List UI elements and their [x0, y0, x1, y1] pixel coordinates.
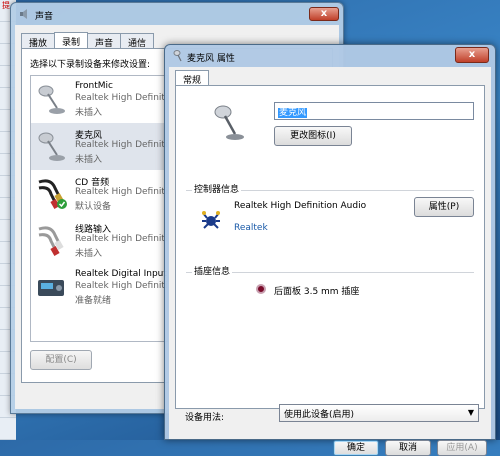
jack-color-icon [256, 284, 266, 294]
jack-info-group: 插座信息 后面板 3.5 mm 插座 [186, 264, 474, 310]
change-icon-button[interactable]: 更改图标(I) [274, 126, 352, 146]
tab-recording[interactable]: 录制 [54, 32, 89, 48]
chevron-down-icon: ▼ [467, 408, 474, 417]
digital-input-icon [38, 280, 64, 296]
rca-cable-icon [38, 226, 64, 256]
configure-button[interactable]: 配置(C) [30, 350, 92, 370]
microphone-icon [173, 50, 182, 62]
jack-description: 后面板 3.5 mm 插座 [274, 287, 360, 297]
speaker-icon [20, 9, 27, 19]
jack-info-label: 插座信息 [192, 264, 233, 277]
dialog-title: 麦克风 属性 [187, 54, 235, 64]
device-status: 未插入 [75, 108, 103, 118]
device-usage-value: 使用此设备(启用) [284, 410, 355, 420]
device-name-text: 麦克风 [278, 108, 308, 118]
device-driver: Realtek High Definition [75, 140, 167, 150]
dialog-close-button[interactable]: x [455, 47, 489, 63]
microphone-icon [214, 105, 244, 140]
list-item[interactable]: FrontMic Realtek High Definition 未插入 [31, 76, 167, 123]
microphone-properties-dialog: 麦克风 属性 x 常规 麦克风 更改图标(I) 控制器信息 Realtek Hi… [164, 44, 496, 456]
instruction-text: 选择以下录制设备来修改设置: [30, 60, 151, 70]
device-driver: Realtek High Definition [75, 234, 167, 244]
sound-tabs: 播放 录制 声音 通信 [21, 32, 155, 49]
sound-window-title: 声音 [35, 12, 54, 22]
device-status: 未插入 [75, 249, 103, 259]
microphone-icon [38, 85, 65, 114]
realtek-crab-icon [202, 211, 220, 229]
cancel-button[interactable]: 取消 [385, 440, 431, 456]
list-item[interactable]: 线路输入 Realtek High Definition 未插入 [31, 217, 167, 264]
device-driver: Realtek High Definition [75, 281, 167, 291]
device-usage-select[interactable]: 使用此设备(启用) ▼ [279, 404, 479, 422]
sound-window-titlebar[interactable]: 声音 x [11, 3, 343, 25]
device-driver: Realtek High Definition [75, 187, 167, 197]
list-item[interactable]: Realtek Digital Input Realtek High Defin… [31, 264, 167, 311]
device-usage-label: 设备用法: [185, 413, 225, 423]
tab-sounds[interactable]: 声音 [87, 33, 122, 49]
rca-cable-icon [38, 179, 67, 209]
device-status: 未插入 [75, 155, 103, 165]
controller-info-label: 控制器信息 [192, 182, 242, 195]
general-tab-panel: 麦克风 更改图标(I) 控制器信息 Realtek High Definitio… [175, 85, 485, 409]
microphone-icon [38, 132, 65, 161]
device-name-field[interactable]: 麦克风 [274, 102, 474, 120]
dialog-body: 常规 麦克风 更改图标(I) 控制器信息 Realtek High Defini… [169, 67, 491, 456]
controller-name: Realtek High Definition Audio [234, 201, 367, 211]
device-status: 准备就绪 [75, 296, 112, 306]
dialog-titlebar[interactable]: 麦克风 属性 x [165, 45, 495, 67]
device-status: 默认设备 [75, 202, 112, 212]
ok-button[interactable]: 确定 [333, 440, 379, 456]
list-item[interactable]: CD 音频 Realtek High Definition 默认设备 [31, 170, 167, 217]
vendor-link[interactable]: Realtek [234, 223, 268, 233]
device-driver: Realtek High Definition [75, 93, 167, 103]
device-name: Realtek Digital Input [75, 269, 167, 279]
tab-communications[interactable]: 通信 [120, 33, 155, 49]
sound-window-close-button[interactable]: x [309, 7, 339, 21]
list-item[interactable]: 麦克风 Realtek High Definition 未插入 [31, 123, 167, 170]
recording-device-list[interactable]: FrontMic Realtek High Definition 未插入 麦克风… [30, 75, 168, 342]
device-name: FrontMic [75, 81, 113, 91]
tab-general[interactable]: 常规 [175, 70, 210, 86]
controller-info-group: 控制器信息 Realtek High Definition Audio Real… [186, 182, 474, 242]
controller-properties-button[interactable]: 属性(P) [414, 197, 474, 217]
tab-playback[interactable]: 播放 [21, 33, 56, 49]
apply-button[interactable]: 应用(A) [437, 440, 487, 456]
